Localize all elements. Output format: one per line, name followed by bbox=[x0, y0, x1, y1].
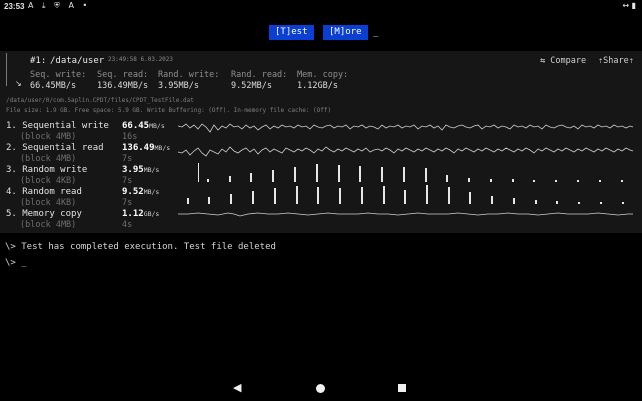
row-block-size: (block 4KB) bbox=[20, 198, 77, 208]
test-timestamp: 23:49:58 6.03.2023 bbox=[108, 56, 174, 63]
row-block-size: (block 4MB) bbox=[20, 154, 77, 164]
notification-icons: A ⤓ ⛨ A • bbox=[28, 1, 90, 11]
app-a-icon: A bbox=[28, 1, 37, 10]
row-value: 3.95MB/s bbox=[122, 165, 160, 175]
rand-read-graph bbox=[187, 185, 624, 204]
mem-copy-graph bbox=[178, 212, 633, 217]
row-value: 9.52MB/s bbox=[122, 187, 160, 197]
summary-label: Rand. read: bbox=[231, 70, 288, 80]
home-icon[interactable] bbox=[316, 384, 325, 393]
summary-label: Mem. copy: bbox=[297, 70, 349, 80]
app-a-icon-2: A bbox=[68, 1, 77, 10]
test-number: #1: bbox=[30, 56, 47, 66]
row-name: 3. Random write bbox=[6, 165, 88, 175]
row-name: 5. Memory copy bbox=[6, 209, 82, 219]
row-name: 2. Sequential read bbox=[6, 143, 104, 153]
recents-icon[interactable] bbox=[398, 384, 406, 392]
row-name: 1. Sequential write bbox=[6, 121, 109, 131]
seq-read-graph bbox=[177, 146, 634, 157]
back-icon[interactable]: ◀ bbox=[233, 381, 241, 394]
row-name: 4. Random read bbox=[6, 187, 82, 197]
row-duration: 4s bbox=[122, 220, 133, 230]
seq-write-graph bbox=[177, 123, 634, 133]
download-icon: ⤓ bbox=[42, 1, 49, 10]
summary-value: 136.49MB/s bbox=[97, 81, 149, 91]
status-bar: 23:53 A ⤓ ⛨ A • ↔ ▮ bbox=[0, 0, 642, 14]
menu-cursor: _ bbox=[373, 28, 379, 38]
file-path: /data/user/0/com.Saplin.CPDT/files/CPDT_… bbox=[6, 97, 194, 104]
row-value: 66.45MB/s bbox=[122, 121, 165, 131]
share-button[interactable]: ⇡Share⇡ bbox=[598, 56, 634, 66]
rand-write-graph bbox=[198, 163, 623, 182]
battery-icon: ↔ ▮ bbox=[622, 1, 636, 10]
summary-value: 3.95MB/s bbox=[158, 81, 199, 91]
more-menu-button[interactable]: [M]ore bbox=[323, 25, 368, 40]
clock: 23:53 bbox=[4, 2, 25, 11]
summary-value: 66.45MB/s bbox=[30, 81, 77, 91]
row-duration: 7s bbox=[122, 198, 133, 208]
compare-button[interactable]: ⇆ Compare bbox=[540, 56, 586, 66]
collapse-arrow-icon[interactable]: ↘ bbox=[15, 79, 22, 88]
summary-label: Seq. write: bbox=[30, 70, 87, 80]
console-prompt[interactable]: \> _ bbox=[5, 258, 27, 268]
row-value: 1.12GB/s bbox=[122, 209, 160, 219]
row-block-size: (block 4KB) bbox=[20, 176, 77, 186]
row-block-size: (block 4MB) bbox=[20, 132, 77, 142]
row-value: 136.49MB/s bbox=[122, 143, 171, 153]
row-block-size: (block 4MB) bbox=[20, 220, 77, 230]
summary-label: Rand. write: bbox=[158, 70, 220, 80]
row-duration: 7s bbox=[122, 154, 133, 164]
dot-icon: • bbox=[82, 1, 91, 10]
summary-value: 1.12GB/s bbox=[297, 81, 338, 91]
row-duration: 7s bbox=[122, 176, 133, 186]
summary-value: 9.52MB/s bbox=[231, 81, 272, 91]
summary-label: Seq. read: bbox=[97, 70, 149, 80]
shield-icon: ⛨ bbox=[54, 1, 63, 10]
test-menu-button[interactable]: [T]est bbox=[269, 25, 314, 40]
test-path: /data/user bbox=[50, 56, 105, 66]
console-message: \> Test has completed execution. Test fi… bbox=[5, 242, 276, 252]
row-duration: 16s bbox=[122, 132, 138, 142]
file-details: File size: 1.9 GB. Free space: 5.9 GB. W… bbox=[6, 107, 332, 114]
